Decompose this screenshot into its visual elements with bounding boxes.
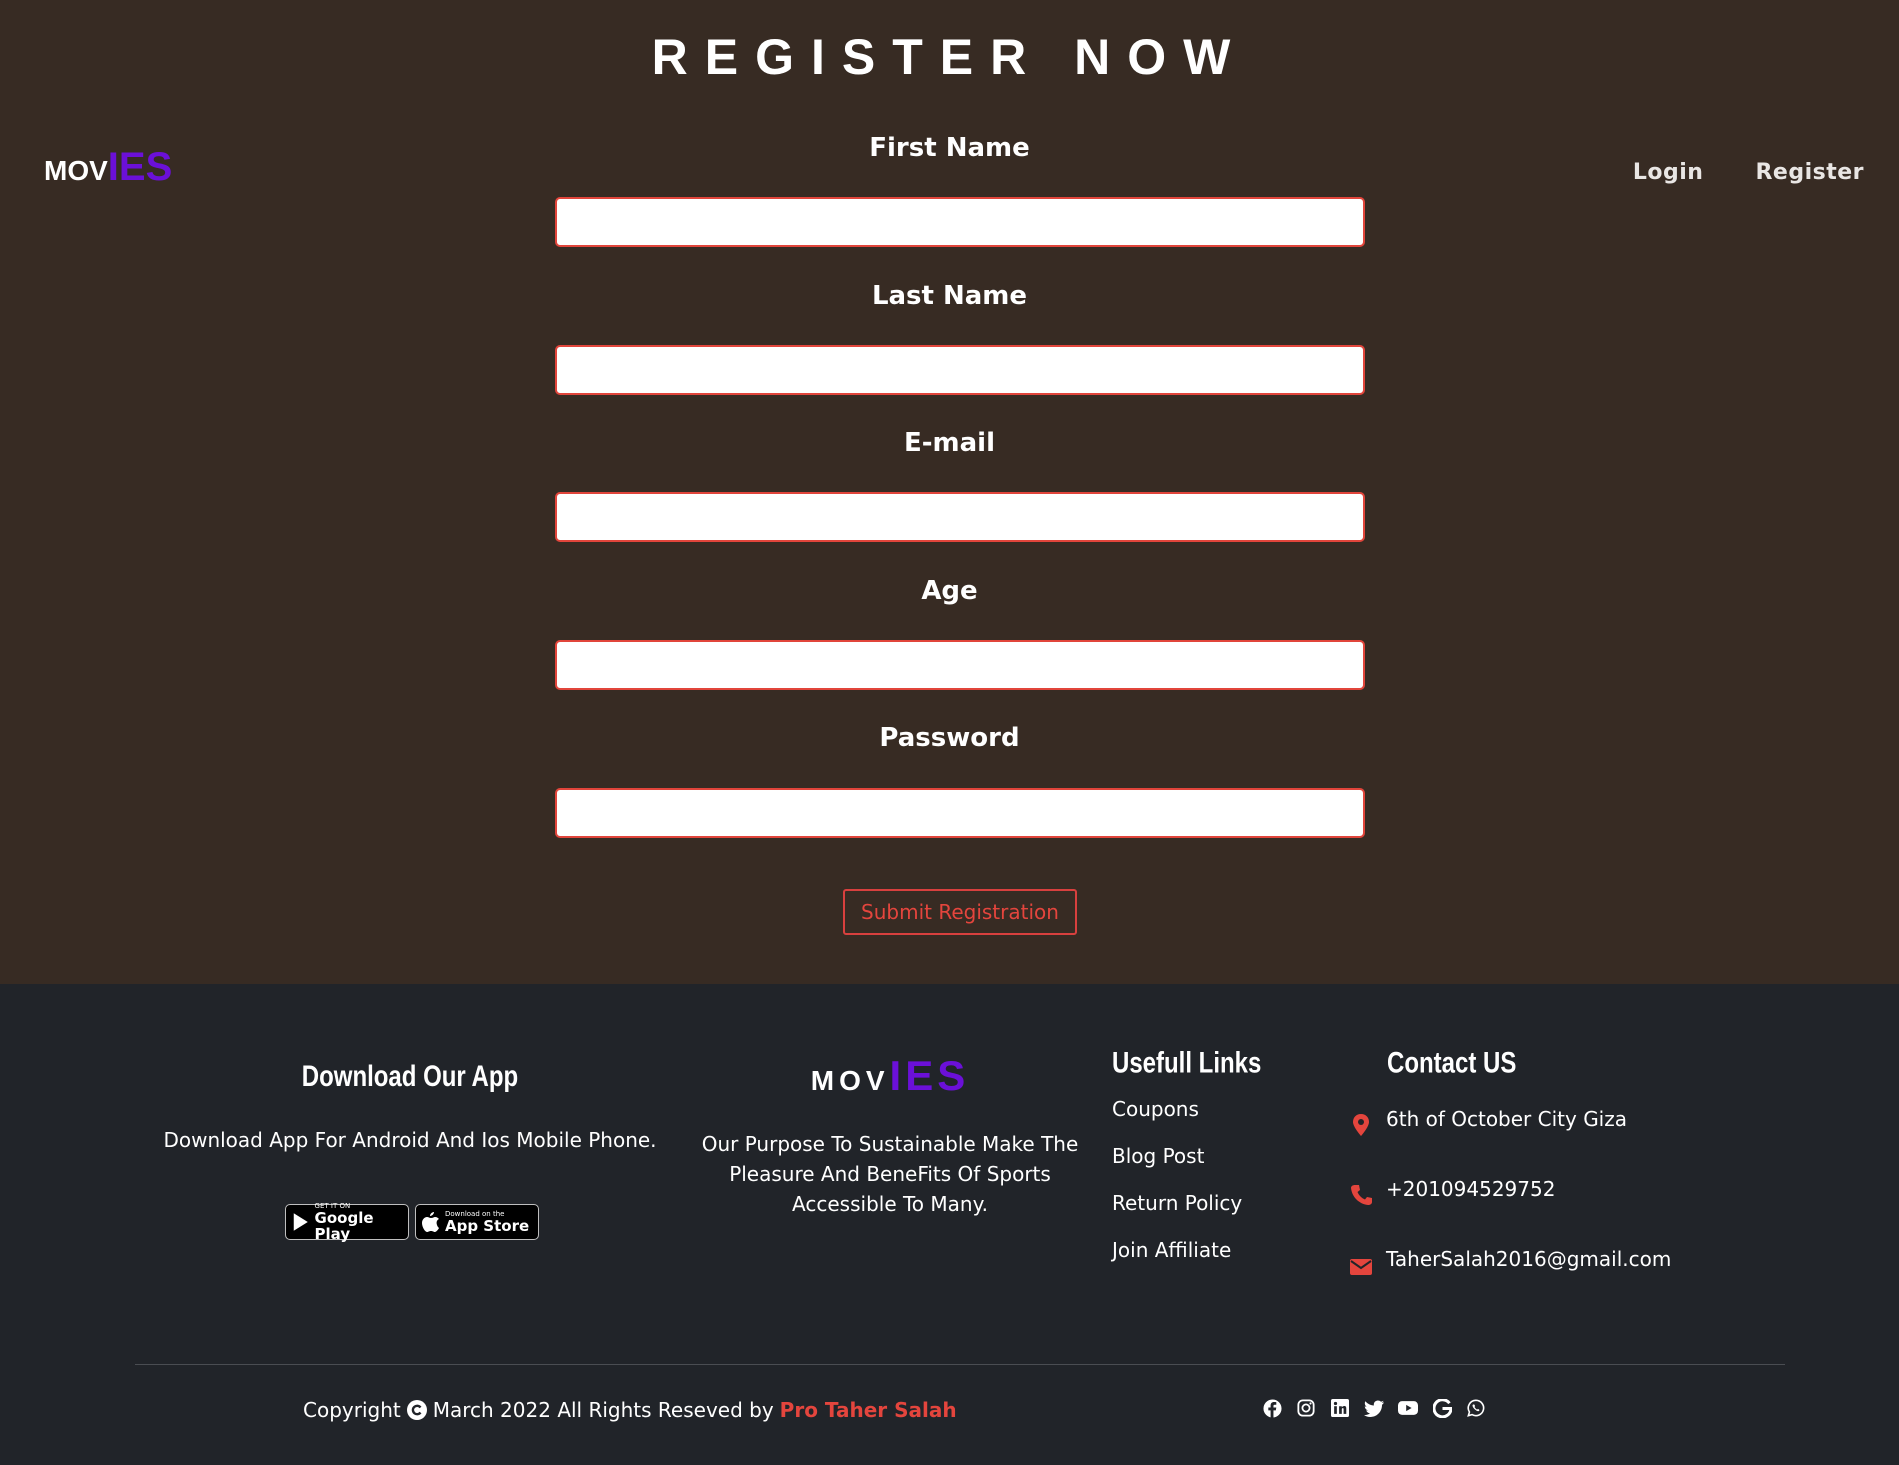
register-section: REGISTER NOW MOVIES Login Register First… — [0, 0, 1899, 984]
about-text: Our Purpose To Sustainable Make The Plea… — [701, 1132, 1079, 1216]
link-join-affiliate[interactable]: Join Affiliate — [1112, 1238, 1231, 1262]
last-name-label: Last Name — [871, 281, 1028, 311]
password-label: Password — [879, 723, 1020, 753]
main-nav: Login Register — [1633, 160, 1864, 185]
twitter-icon[interactable] — [1364, 1398, 1384, 1418]
instagram-icon[interactable] — [1296, 1398, 1316, 1418]
password-input[interactable] — [555, 788, 1365, 838]
footer-divider — [135, 1364, 1785, 1365]
last-name-input[interactable] — [555, 345, 1365, 395]
app-store-badge[interactable]: Download on the App Store — [415, 1204, 539, 1240]
footer-logo-part1: MOV — [810, 1065, 890, 1096]
download-app-title: Download Our App — [301, 1059, 519, 1094]
first-name-input[interactable] — [555, 197, 1365, 247]
app-store-big: App Store — [445, 1217, 530, 1235]
apple-icon — [422, 1212, 439, 1232]
useful-links-title: Usefull Links — [1112, 1046, 1262, 1080]
footer-logo[interactable]: MOVIES — [700, 1052, 1080, 1100]
age-input[interactable] — [555, 640, 1365, 690]
download-app-text: Download App For Android And Ios Mobile … — [163, 1128, 657, 1152]
social-links — [1262, 1398, 1486, 1418]
footer: Download Our App Download App For Androi… — [0, 984, 1899, 1465]
youtube-icon[interactable] — [1398, 1398, 1418, 1418]
copyright-icon — [406, 1400, 427, 1420]
contact-phone: +201094529752 — [1350, 1177, 1555, 1207]
contact-title: Contact US — [1387, 1046, 1517, 1080]
envelope-icon — [1350, 1259, 1372, 1275]
contact-address: 6th of October City Giza — [1350, 1107, 1627, 1137]
copyright-prefix: Copyright — [303, 1398, 401, 1422]
link-blog-post[interactable]: Blog Post — [1112, 1144, 1204, 1168]
nav-login[interactable]: Login — [1633, 160, 1704, 185]
phone-text: +201094529752 — [1386, 1177, 1556, 1201]
google-icon[interactable] — [1432, 1398, 1452, 1418]
map-pin-icon — [1353, 1114, 1369, 1136]
email-text[interactable]: TaherSalah2016@gmail.com — [1386, 1247, 1671, 1271]
footer-logo-part2: IES — [889, 1052, 970, 1099]
copyright-author[interactable]: Pro Taher Salah — [780, 1398, 957, 1422]
nav-register[interactable]: Register — [1755, 160, 1864, 185]
google-play-badge[interactable]: GET IT ON Google Play — [285, 1202, 409, 1243]
linkedin-icon[interactable] — [1330, 1398, 1350, 1418]
facebook-icon[interactable] — [1262, 1398, 1282, 1418]
submit-registration-button[interactable]: Submit Registration — [843, 889, 1077, 935]
first-name-label: First Name — [869, 133, 1030, 163]
contact-email: TaherSalah2016@gmail.com — [1350, 1247, 1671, 1277]
phone-icon — [1351, 1185, 1372, 1205]
email-input[interactable] — [555, 492, 1365, 542]
link-coupons[interactable]: Coupons — [1112, 1097, 1199, 1121]
address-text: 6th of October City Giza — [1386, 1107, 1627, 1131]
copyright-text: March 2022 All Rights Reseved by — [432, 1398, 774, 1422]
link-return-policy[interactable]: Return Policy — [1112, 1191, 1242, 1215]
copyright: Copyright March 2022 All Rights Reseved … — [303, 1398, 957, 1422]
page-title: REGISTER NOW — [651, 29, 1248, 85]
google-play-icon — [293, 1213, 308, 1231]
email-label: E-mail — [903, 428, 995, 458]
whatsapp-icon[interactable] — [1466, 1398, 1486, 1418]
age-label: Age — [921, 576, 978, 606]
google-play-big: Google Play — [314, 1209, 374, 1243]
